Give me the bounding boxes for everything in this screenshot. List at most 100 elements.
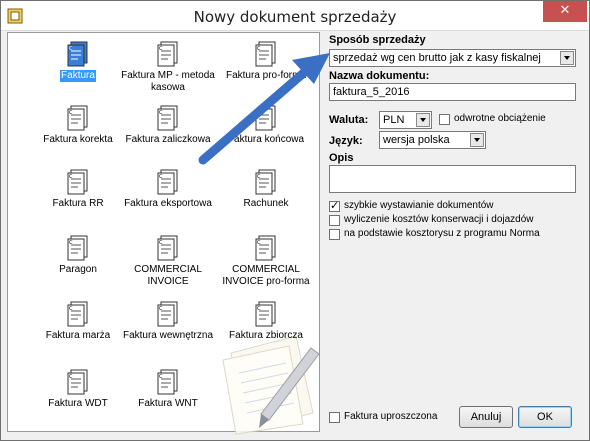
svg-text:C: C xyxy=(69,174,73,180)
cancel-button[interactable]: Anuluj xyxy=(459,406,513,428)
chevron-down-icon[interactable] xyxy=(470,133,484,147)
document-type-label: Faktura eksportowa xyxy=(124,198,212,209)
svg-text:C: C xyxy=(69,46,73,52)
document-type-label: COMMERCIAL INVOICE xyxy=(134,264,202,287)
svg-text:C: C xyxy=(69,374,73,380)
invoice-document-icon: C xyxy=(255,105,276,131)
waluta-value: PLN xyxy=(383,114,405,126)
document-type-label: Faktura xyxy=(60,70,96,82)
invoice-document-icon: C xyxy=(157,369,178,395)
document-options-panel: Sposób sprzedaży sprzedaż wg cen brutto … xyxy=(326,32,584,432)
document-type-item[interactable]: C Faktura zaliczkowa xyxy=(118,105,218,146)
opis-textarea[interactable] xyxy=(329,165,576,193)
svg-text:C: C xyxy=(257,110,261,116)
sposob-sprzedazy-label: Sposób sprzedaży xyxy=(329,34,426,46)
document-type-item[interactable]: C Faktura WDT xyxy=(28,369,128,410)
svg-text:C: C xyxy=(69,240,73,246)
document-type-label: Faktura wewnętrzna xyxy=(122,330,214,341)
invoice-document-icon: C xyxy=(255,41,276,67)
window-title: Nowy dokument sprzedaży xyxy=(193,8,397,26)
wyliczenie-kosztow-label: wyliczenie kosztów konserwacji i dojazdó… xyxy=(344,214,534,225)
chevron-down-icon[interactable] xyxy=(416,113,430,127)
document-type-label: Faktura zbiorcza xyxy=(229,330,303,341)
invoice-document-icon: C xyxy=(255,169,276,195)
document-type-label: Paragon xyxy=(59,264,97,275)
jezyk-label: Język: xyxy=(329,135,363,147)
document-type-item[interactable]: C Faktura WNT xyxy=(118,369,218,410)
invoice-document-icon: C xyxy=(255,235,276,261)
document-type-label: Rachunek xyxy=(243,198,289,209)
szybkie-wystawianie-checkbox[interactable] xyxy=(329,199,340,212)
document-type-label: Faktura WDT xyxy=(48,398,108,409)
document-type-label: Faktura korekta xyxy=(43,134,113,145)
document-type-item[interactable]: C Faktura zbiorcza xyxy=(216,301,316,342)
sposob-sprzedazy-value: sprzedaż wg cen brutto jak z kasy fiskal… xyxy=(333,52,541,64)
opis-label: Opis xyxy=(329,152,354,164)
svg-text:C: C xyxy=(159,240,163,246)
odwrotne-obciazenie-checkbox[interactable] xyxy=(439,114,450,125)
document-type-item[interactable]: C Faktura xyxy=(28,41,128,82)
invoice-document-icon: C xyxy=(67,41,88,67)
document-type-item[interactable]: C COMMERCIAL INVOICE pro-forma xyxy=(216,235,316,288)
document-type-label: COMMERCIAL INVOICE pro-forma xyxy=(222,264,310,287)
svg-text:C: C xyxy=(159,374,163,380)
document-type-item[interactable]: C Faktura marża xyxy=(28,301,128,342)
ok-button[interactable]: OK xyxy=(518,406,572,428)
svg-text:C: C xyxy=(69,306,73,312)
kosztorys-norma-label: na podstawie kosztorysu z programu Norma xyxy=(344,228,540,239)
document-type-label: Faktura zaliczkowa xyxy=(125,134,211,145)
document-type-item[interactable]: C Faktura MP - metoda kasowa xyxy=(118,41,218,94)
sposob-sprzedazy-select[interactable]: sprzedaż wg cen brutto jak z kasy fiskal… xyxy=(329,49,576,67)
invoice-document-icon: C xyxy=(67,301,88,327)
wyliczenie-kosztow-checkbox[interactable] xyxy=(329,215,340,226)
document-type-item[interactable]: C Paragon xyxy=(28,235,128,276)
invoice-document-icon: C xyxy=(157,301,178,327)
svg-text:C: C xyxy=(257,240,261,246)
document-type-item[interactable]: C Faktura pro-forma xyxy=(216,41,316,82)
invoice-document-icon: C xyxy=(67,169,88,195)
faktura-uproszczona-label: Faktura uproszczona xyxy=(344,411,438,422)
document-type-label: Faktura końcowa xyxy=(227,134,305,145)
svg-text:C: C xyxy=(159,46,163,52)
waluta-label: Waluta: xyxy=(329,114,369,126)
jezyk-value: wersja polska xyxy=(383,134,450,146)
document-type-label: Faktura pro-forma xyxy=(225,70,307,81)
document-type-item[interactable]: C Faktura RR xyxy=(28,169,128,210)
svg-text:C: C xyxy=(257,306,261,312)
invoice-document-icon: C xyxy=(157,235,178,261)
odwrotne-obciazenie-label: odwrotne obciążenie xyxy=(454,113,546,124)
document-type-item[interactable]: C Rachunek xyxy=(216,169,316,210)
jezyk-select[interactable]: wersja polska xyxy=(379,131,486,149)
nazwa-dokumentu-label: Nazwa dokumentu: xyxy=(329,70,430,82)
szybkie-wystawianie-label: szybkie wystawianie dokumentów xyxy=(344,200,494,211)
document-type-item[interactable]: C COMMERCIAL INVOICE xyxy=(118,235,218,288)
document-type-label: Faktura WNT xyxy=(138,398,198,409)
invoice-document-icon: C xyxy=(67,369,88,395)
svg-text:C: C xyxy=(69,110,73,116)
dialog-window: Nowy dokument sprzedaży ✕ C Faktura C Faktu… xyxy=(0,0,590,441)
paper-and-pen-illustration xyxy=(222,335,320,435)
faktura-uproszczona-checkbox[interactable] xyxy=(329,412,340,423)
document-type-list: C Faktura C Faktura MP - metoda kasowa C Fakt… xyxy=(7,32,320,435)
document-type-item[interactable]: C Faktura wewnętrzna xyxy=(118,301,218,342)
svg-text:C: C xyxy=(159,174,163,180)
document-type-item[interactable]: C Faktura korekta xyxy=(28,105,128,146)
document-type-item[interactable]: C Faktura końcowa xyxy=(216,105,316,146)
invoice-document-icon: C xyxy=(67,105,88,131)
svg-text:C: C xyxy=(257,46,261,52)
document-type-label: Faktura marża xyxy=(45,330,111,341)
kosztorys-norma-checkbox[interactable] xyxy=(329,229,340,240)
document-type-label: Faktura MP - metoda kasowa xyxy=(121,70,215,93)
invoice-document-icon: C xyxy=(67,235,88,261)
document-type-label: Faktura RR xyxy=(52,198,104,209)
invoice-document-icon: C xyxy=(157,169,178,195)
waluta-select[interactable]: PLN xyxy=(379,111,432,129)
invoice-document-icon: C xyxy=(157,41,178,67)
invoice-document-icon: C xyxy=(157,105,178,131)
title-bar: Nowy dokument sprzedaży ✕ xyxy=(1,1,589,31)
nazwa-dokumentu-input[interactable]: faktura_5_2016 xyxy=(329,83,576,101)
close-button[interactable]: ✕ xyxy=(543,1,587,22)
chevron-down-icon[interactable] xyxy=(560,51,574,65)
svg-text:C: C xyxy=(159,306,163,312)
document-type-item[interactable]: C Faktura eksportowa xyxy=(118,169,218,210)
